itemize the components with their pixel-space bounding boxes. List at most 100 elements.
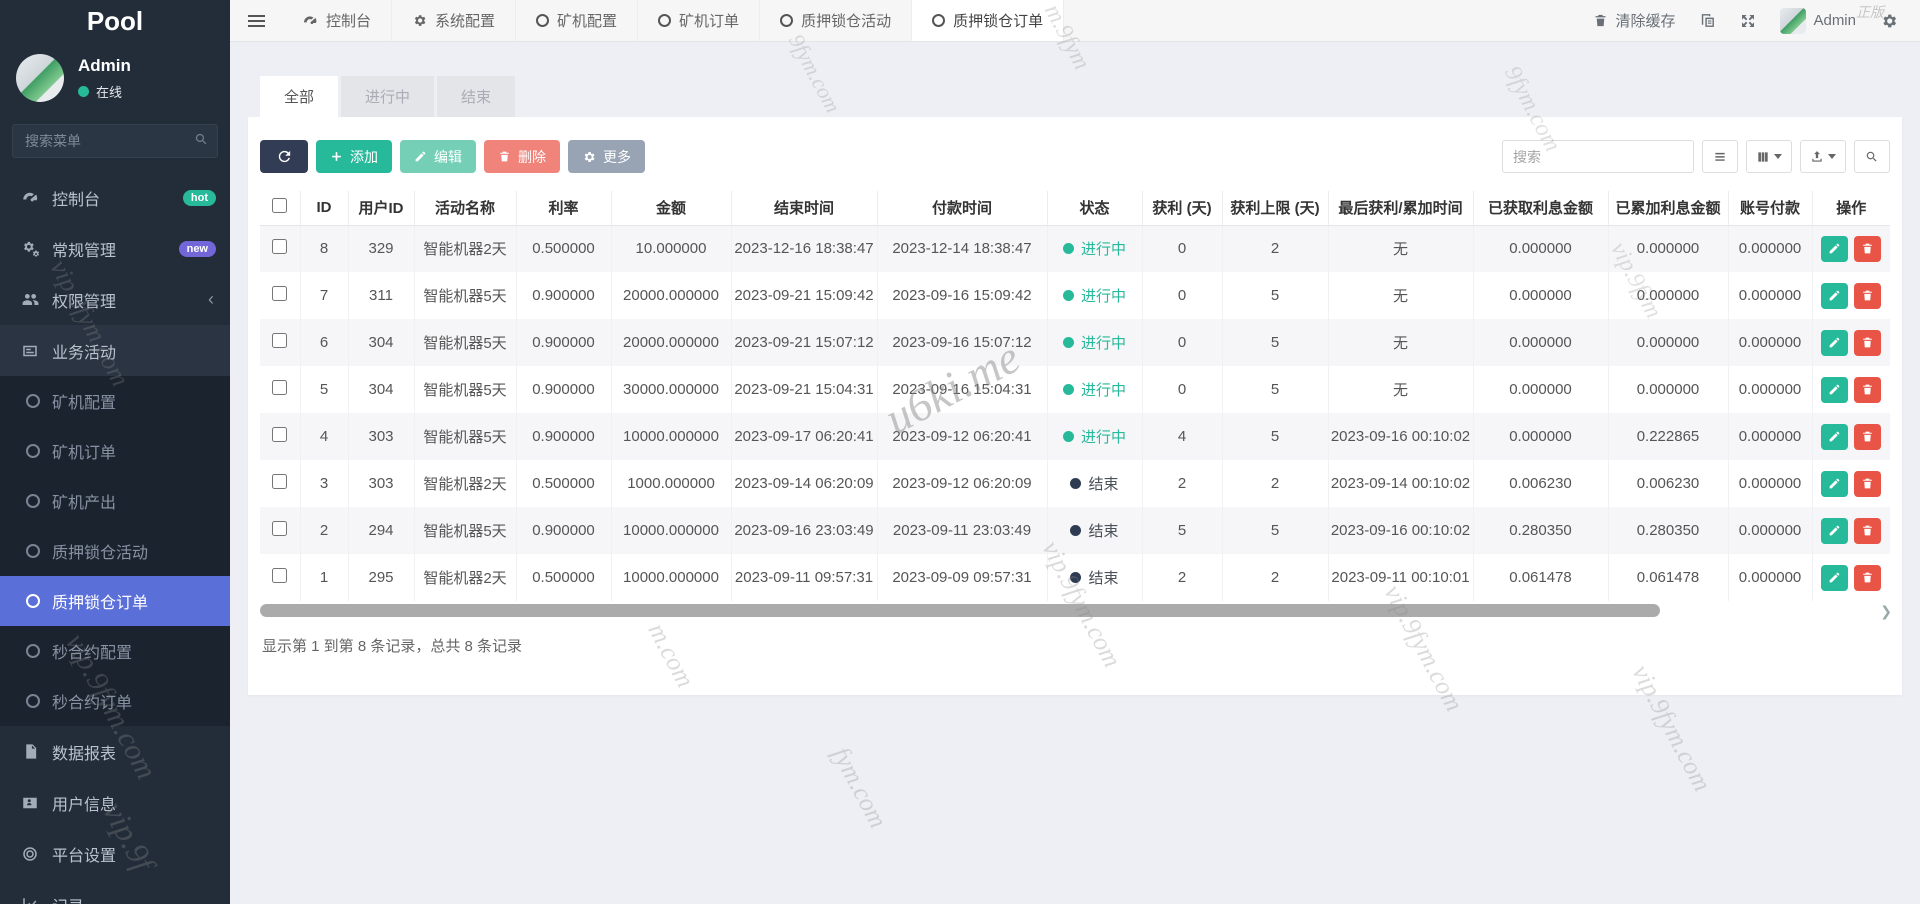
row-edit-button[interactable] bbox=[1821, 565, 1848, 591]
search-toggle-button[interactable] bbox=[1854, 140, 1890, 173]
sidebar-search-input[interactable] bbox=[12, 124, 218, 158]
refresh-button[interactable] bbox=[260, 140, 308, 173]
fullscreen-icon[interactable] bbox=[1740, 13, 1756, 29]
table-row[interactable]: 5304智能机器5天0.90000030000.0000002023-09-21… bbox=[260, 366, 1890, 413]
row-delete-button[interactable] bbox=[1854, 330, 1881, 356]
row-edit-button[interactable] bbox=[1821, 424, 1848, 450]
scroll-right-arrow[interactable]: ❯ bbox=[1880, 603, 1892, 620]
filter-tab-1[interactable]: 进行中 bbox=[341, 76, 434, 117]
row-edit-button[interactable] bbox=[1821, 377, 1848, 403]
select-all-checkbox[interactable] bbox=[272, 198, 287, 213]
filter-tab-2[interactable]: 结束 bbox=[437, 76, 515, 117]
sidebar-item-1[interactable]: 常规管理new bbox=[0, 223, 230, 274]
cell-accum_interest: 0.061478 bbox=[1608, 554, 1728, 601]
settings-gears-icon[interactable] bbox=[1880, 12, 1898, 30]
row-delete-button[interactable] bbox=[1854, 471, 1881, 497]
cell-actions bbox=[1812, 319, 1890, 366]
table-row[interactable]: 6304智能机器5天0.90000020000.0000002023-09-21… bbox=[260, 319, 1890, 366]
sidebar-item-2[interactable]: 权限管理‹ bbox=[0, 274, 230, 325]
sidebar-item-13[interactable]: 平台设置 bbox=[0, 828, 230, 879]
sidebar-item-6[interactable]: 矿机产出 bbox=[0, 476, 230, 526]
more-button[interactable]: 更多 bbox=[568, 140, 645, 173]
sidebar-item-5[interactable]: 矿机订单 bbox=[0, 426, 230, 476]
chevron-down-icon bbox=[1774, 154, 1782, 159]
circle-icon bbox=[26, 694, 40, 708]
row-edit-button[interactable] bbox=[1821, 330, 1848, 356]
cell-end_time: 2023-09-17 06:20:41 bbox=[731, 413, 877, 460]
row-checkbox[interactable] bbox=[272, 568, 287, 583]
add-button[interactable]: 添加 bbox=[316, 140, 392, 173]
export-button[interactable] bbox=[1800, 140, 1846, 173]
table-row[interactable]: 1295智能机器2天0.50000010000.0000002023-09-11… bbox=[260, 554, 1890, 601]
row-checkbox[interactable] bbox=[272, 239, 287, 254]
row-delete-button[interactable] bbox=[1854, 283, 1881, 309]
language-icon[interactable] bbox=[1699, 12, 1716, 29]
clear-cache-label: 清除缓存 bbox=[1615, 10, 1675, 31]
row-checkbox[interactable] bbox=[272, 474, 287, 489]
status-dot bbox=[1070, 572, 1081, 583]
nav-tab-label: 质押锁仓订单 bbox=[953, 10, 1043, 31]
nav-tab-2[interactable]: 矿机配置 bbox=[516, 0, 638, 41]
cell-status: 进行中 bbox=[1047, 366, 1142, 413]
cell-id: 4 bbox=[300, 413, 348, 460]
sidebar-item-4[interactable]: 矿机配置 bbox=[0, 376, 230, 426]
sidebar-item-3[interactable]: 业务活动 bbox=[0, 325, 230, 376]
row-checkbox[interactable] bbox=[272, 286, 287, 301]
sidebar: Pool Admin 在线 控制台hot常规管理new权限管理‹业务活动矿机配置… bbox=[0, 0, 230, 904]
sidebar-item-11[interactable]: 数据报表 bbox=[0, 726, 230, 777]
table-search-input[interactable] bbox=[1502, 140, 1694, 173]
nav-tab-4[interactable]: 质押锁仓活动 bbox=[760, 0, 912, 41]
cell-end_time: 2023-09-21 15:07:12 bbox=[731, 319, 877, 366]
row-edit-button[interactable] bbox=[1821, 236, 1848, 262]
sidebar-item-label: 常规管理 bbox=[52, 237, 116, 261]
delete-button[interactable]: 删除 bbox=[484, 140, 560, 173]
nav-tab-1[interactable]: 系统配置 bbox=[392, 0, 516, 41]
row-edit-button[interactable] bbox=[1821, 518, 1848, 544]
search-icon[interactable] bbox=[194, 132, 209, 152]
nav-tab-0[interactable]: 控制台 bbox=[282, 0, 392, 41]
sidebar-item-14[interactable]: 记录 bbox=[0, 879, 230, 904]
target-icon bbox=[20, 845, 40, 863]
sidebar-item-7[interactable]: 质押锁仓活动 bbox=[0, 526, 230, 576]
sidebar-item-10[interactable]: 秒合约订单 bbox=[0, 676, 230, 726]
table-row[interactable]: 4303智能机器5天0.90000010000.0000002023-09-17… bbox=[260, 413, 1890, 460]
user-menu[interactable]: Admin bbox=[1780, 8, 1856, 34]
cell-status: 结束 bbox=[1047, 507, 1142, 554]
row-delete-button[interactable] bbox=[1854, 424, 1881, 450]
filter-tab-0[interactable]: 全部 bbox=[260, 76, 338, 117]
row-checkbox[interactable] bbox=[272, 521, 287, 536]
sidebar-item-9[interactable]: 秒合约配置 bbox=[0, 626, 230, 676]
table-row[interactable]: 7311智能机器5天0.90000020000.0000002023-09-21… bbox=[260, 272, 1890, 319]
horizontal-scrollbar[interactable]: ❯ bbox=[260, 604, 1890, 617]
cell-id: 1 bbox=[300, 554, 348, 601]
edit-button[interactable]: 编辑 bbox=[400, 140, 476, 173]
row-checkbox[interactable] bbox=[272, 427, 287, 442]
scrollbar-thumb[interactable] bbox=[260, 604, 1660, 617]
row-checkbox[interactable] bbox=[272, 333, 287, 348]
sidebar-item-0[interactable]: 控制台hot bbox=[0, 172, 230, 223]
table-row[interactable]: 2294智能机器5天0.90000010000.0000002023-09-16… bbox=[260, 507, 1890, 554]
cell-user_id: 329 bbox=[348, 225, 414, 272]
table-row[interactable]: 8329智能机器2天0.50000010.0000002023-12-16 18… bbox=[260, 225, 1890, 272]
clear-cache-button[interactable]: 清除缓存 bbox=[1593, 10, 1675, 31]
row-delete-button[interactable] bbox=[1854, 236, 1881, 262]
row-delete-button[interactable] bbox=[1854, 377, 1881, 403]
cell-pay_time: 2023-09-09 09:57:31 bbox=[877, 554, 1047, 601]
toggle-view-button[interactable] bbox=[1702, 140, 1738, 173]
sidebar-item-8[interactable]: 质押锁仓订单 bbox=[0, 576, 230, 626]
row-checkbox[interactable] bbox=[272, 380, 287, 395]
columns-button[interactable] bbox=[1746, 140, 1792, 173]
row-edit-button[interactable] bbox=[1821, 471, 1848, 497]
avatar bbox=[16, 54, 64, 102]
nav-tab-5[interactable]: 质押锁仓订单 bbox=[912, 0, 1064, 41]
column-header-1: 用户ID bbox=[348, 191, 414, 225]
hamburger-icon[interactable] bbox=[230, 0, 282, 41]
row-edit-button[interactable] bbox=[1821, 283, 1848, 309]
cell-last_time: 无 bbox=[1328, 225, 1473, 272]
table-row[interactable]: 3303智能机器2天0.5000001000.0000002023-09-14 … bbox=[260, 460, 1890, 507]
column-header-6: 付款时间 bbox=[877, 191, 1047, 225]
sidebar-item-12[interactable]: 用户信息 bbox=[0, 777, 230, 828]
row-delete-button[interactable] bbox=[1854, 518, 1881, 544]
row-delete-button[interactable] bbox=[1854, 565, 1881, 591]
nav-tab-3[interactable]: 矿机订单 bbox=[638, 0, 760, 41]
